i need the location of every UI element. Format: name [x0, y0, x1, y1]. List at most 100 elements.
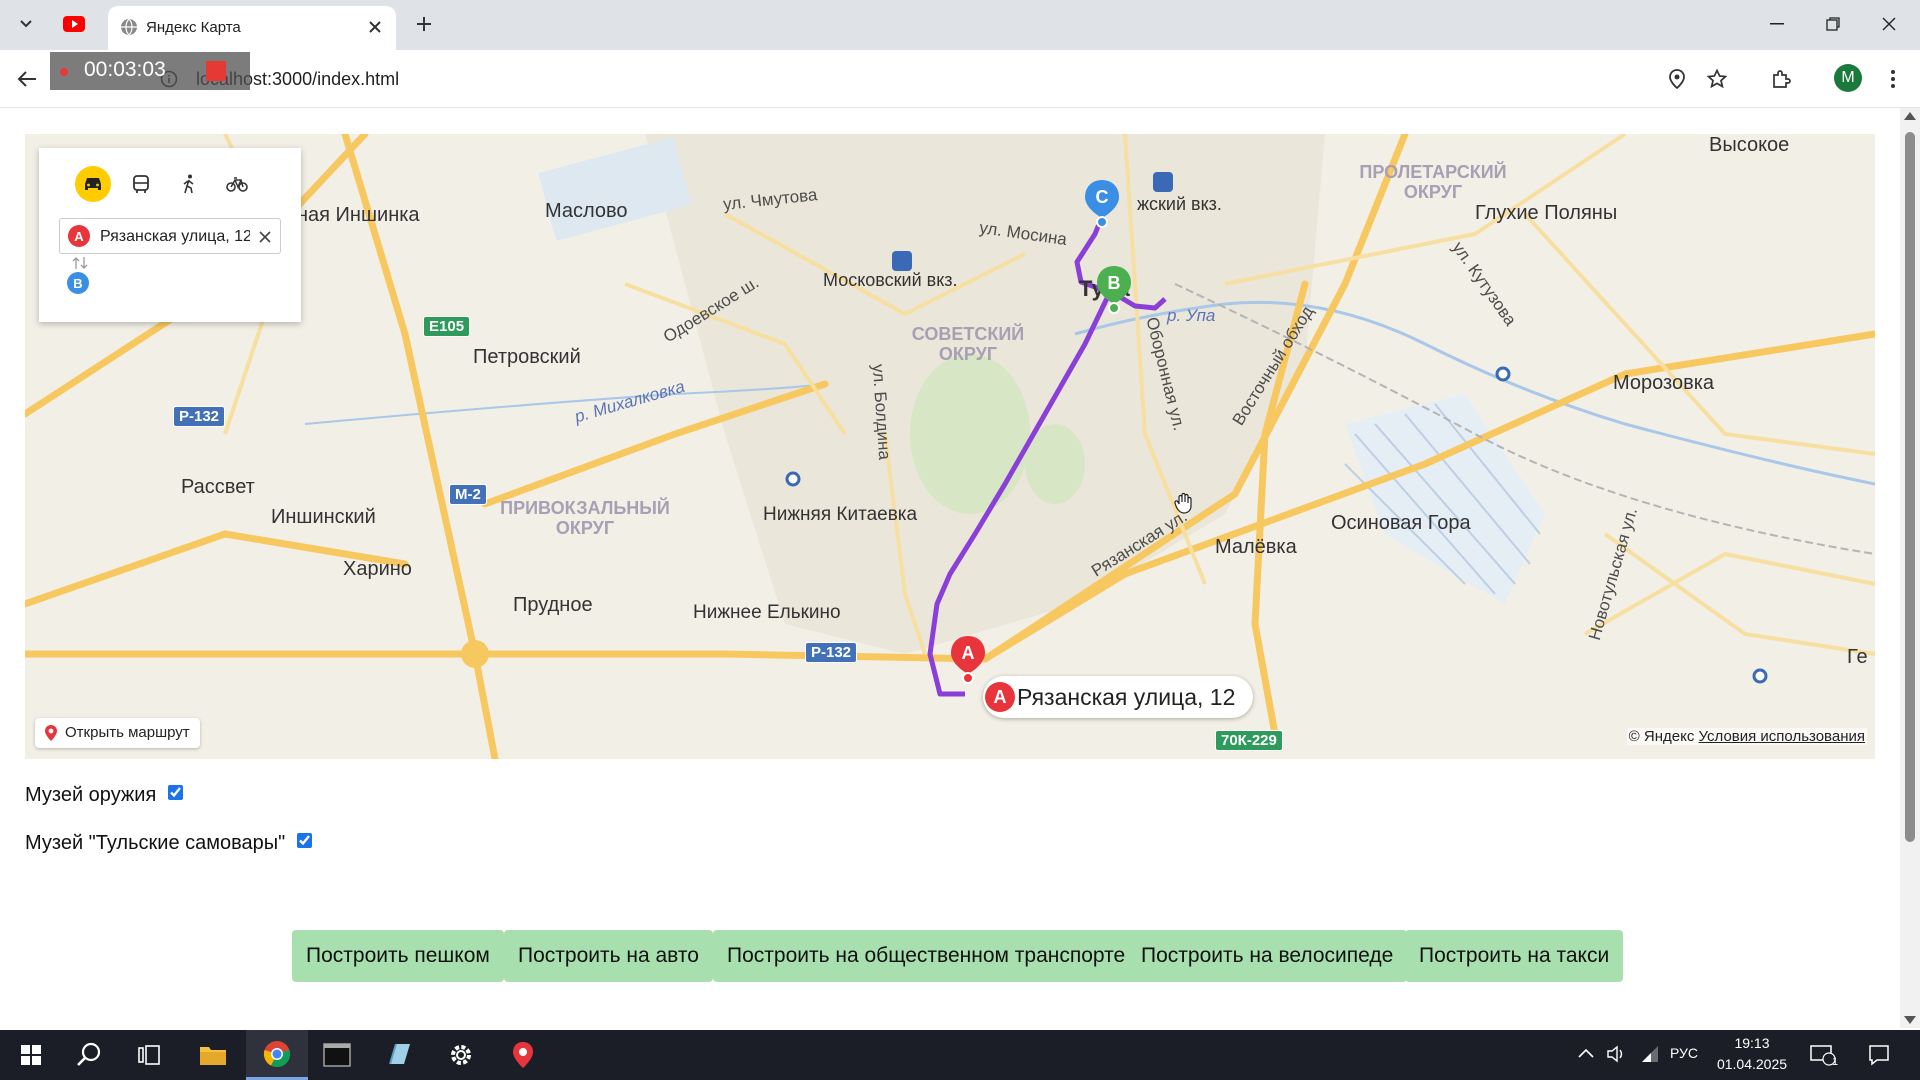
window-close-icon[interactable]	[1874, 12, 1904, 36]
map-label: р. Упа	[1167, 306, 1216, 325]
tab-list-chevron-icon[interactable]	[14, 12, 38, 36]
map-label: ПРИВОКЗАЛЬНЫЙ ОКРУГ	[500, 498, 670, 538]
map-label: Малёвка	[1215, 536, 1297, 558]
clear-x-icon[interactable]	[256, 228, 274, 246]
marker-b-letter: B	[1108, 273, 1121, 293]
minimize-icon[interactable]	[1762, 12, 1792, 36]
map-copyright: © Яндекс Условия использования	[1626, 728, 1867, 745]
marker-c-pin-icon[interactable]: C	[1083, 178, 1121, 230]
swap-arrows-icon[interactable]	[72, 256, 88, 270]
point-b-badge[interactable]: B	[67, 272, 89, 294]
car-icon	[85, 178, 101, 190]
road-shield: E105	[423, 316, 471, 337]
page-scrollbar[interactable]	[1900, 108, 1920, 1028]
youtube-tab-icon[interactable]	[60, 14, 88, 34]
yandex-map[interactable]: ная Иншинка Маслово ул. Чмутова ул. Моси…	[25, 134, 1875, 759]
map-label: ПРОЛЕТАРСКИЙ ОКРУГ	[1359, 162, 1507, 202]
mode-car-button[interactable]	[75, 166, 111, 202]
menu-kebab-icon[interactable]	[1880, 66, 1906, 92]
museum-weapons-checkbox[interactable]	[167, 785, 183, 800]
map-label: Морозовка	[1613, 372, 1715, 394]
point-a-input[interactable]: A Рязанская улица, 12	[59, 218, 281, 254]
road-shield: М-2	[449, 484, 487, 505]
map-label: Московский вкз.	[823, 270, 958, 290]
point-a-value: Рязанская улица, 12	[100, 228, 250, 245]
scroll-up-arrow-icon[interactable]	[1904, 112, 1916, 120]
museum-samovars-checkbox[interactable]	[296, 833, 312, 848]
museum-samovars-label: Музей "Тульские самовары"	[25, 832, 286, 854]
mode-bicycle-button[interactable]	[219, 166, 255, 202]
clock-time: 19:13	[1734, 1035, 1770, 1051]
stop-record-button[interactable]	[206, 61, 226, 81]
new-tab-plus-icon[interactable]	[412, 12, 436, 36]
mode-walk-button[interactable]	[171, 166, 207, 202]
record-dot-icon	[60, 68, 68, 76]
road-shield: Р-132	[173, 406, 226, 427]
scroll-down-arrow-icon[interactable]	[1904, 1016, 1916, 1024]
globe-icon	[121, 18, 137, 36]
map-label: ная Иншинка	[297, 204, 420, 226]
recorder-time: 00:03:03	[84, 58, 166, 81]
balloon-a-badge: A	[985, 682, 1015, 712]
build-transit-button[interactable]: Построить на общественном транспорте	[713, 930, 1140, 982]
balloon-text: Рязанская улица, 12	[1017, 684, 1236, 710]
start-windows-icon[interactable]	[0, 1030, 62, 1080]
copyright-text: © Яндекс	[1628, 728, 1695, 745]
tray-chevron-up-icon[interactable]	[1578, 1048, 1594, 1058]
browser-tabbar: Яндекс Карта	[0, 0, 1920, 50]
build-bike-button[interactable]: Построить на велосипеде	[1127, 930, 1408, 982]
map-label: жский вкз.	[1137, 194, 1222, 214]
notification-count: 1	[1832, 1056, 1839, 1068]
back-arrow-icon[interactable]	[12, 64, 42, 94]
extensions-puzzle-icon[interactable]	[1768, 66, 1794, 92]
language-indicator[interactable]: РУС	[1670, 1045, 1698, 1061]
walk-icon	[183, 174, 194, 194]
build-car-button[interactable]: Построить на авто	[504, 930, 713, 982]
point-a-badge: A	[68, 225, 90, 247]
profile-avatar[interactable]: M	[1834, 64, 1862, 92]
terminal-icon[interactable]	[306, 1030, 368, 1080]
map-label: Нижнее Елькино	[693, 602, 841, 623]
build-taxi-button[interactable]: Построить на такси	[1405, 930, 1624, 982]
bookmark-star-icon[interactable]	[1704, 66, 1730, 92]
task-view-icon[interactable]	[118, 1030, 180, 1080]
build-walk-button[interactable]: Построить пешком	[292, 930, 504, 982]
marker-a-pin-icon[interactable]: A	[949, 634, 987, 686]
museum-weapons-row: Музей оружия	[25, 784, 183, 807]
search-icon[interactable]	[58, 1030, 120, 1080]
museum-samovars-row: Музей "Тульские самовары"	[25, 832, 312, 855]
chrome-icon[interactable]	[246, 1030, 308, 1080]
terms-link[interactable]: Условия использования	[1699, 728, 1866, 745]
restore-icon[interactable]	[1818, 12, 1848, 36]
map-label: Ге	[1847, 646, 1868, 668]
location-pin-icon[interactable]	[1664, 66, 1690, 92]
bus-icon	[133, 175, 149, 193]
notes-app-icon[interactable]	[368, 1030, 430, 1080]
red-pin-icon	[45, 725, 57, 741]
system-clock[interactable]: 19:13 01.04.2025	[1712, 1033, 1792, 1075]
museum-weapons-label: Музей оружия	[25, 784, 157, 806]
volume-icon[interactable]	[1606, 1044, 1626, 1064]
notifications-icon[interactable]	[1868, 1044, 1890, 1066]
file-explorer-icon[interactable]	[182, 1030, 244, 1080]
maps-app-pin-icon[interactable]	[492, 1030, 554, 1080]
address-bar[interactable]: localhost:3000/index.html	[100, 58, 1740, 100]
map-label: Глухие Поляны	[1475, 202, 1618, 224]
browser-toolbar: localhost:3000/index.html M	[0, 50, 1920, 108]
scroll-thumb[interactable]	[1905, 132, 1915, 842]
network-icon[interactable]	[1640, 1044, 1660, 1064]
map-label: Петровский	[473, 346, 581, 368]
settings-gear-icon[interactable]	[430, 1030, 492, 1080]
tab-yandex-map[interactable]: Яндекс Карта	[108, 6, 396, 50]
tab-close-icon[interactable]	[364, 16, 386, 38]
open-route-button[interactable]: Открыть маршрут	[35, 718, 200, 748]
marker-b-pin-icon[interactable]: B	[1095, 264, 1133, 316]
mode-transit-button[interactable]	[123, 166, 159, 202]
open-route-label: Открыть маршрут	[65, 724, 190, 741]
map-label: Маслово	[545, 200, 628, 222]
address-balloon[interactable]: A Рязанская улица, 12	[983, 676, 1254, 718]
bicycle-icon	[226, 177, 248, 192]
map-label: Нижняя Китаевка	[763, 504, 918, 525]
marker-a-letter: A	[962, 643, 975, 663]
route-panel: A Рязанская улица, 12 B	[39, 148, 301, 322]
